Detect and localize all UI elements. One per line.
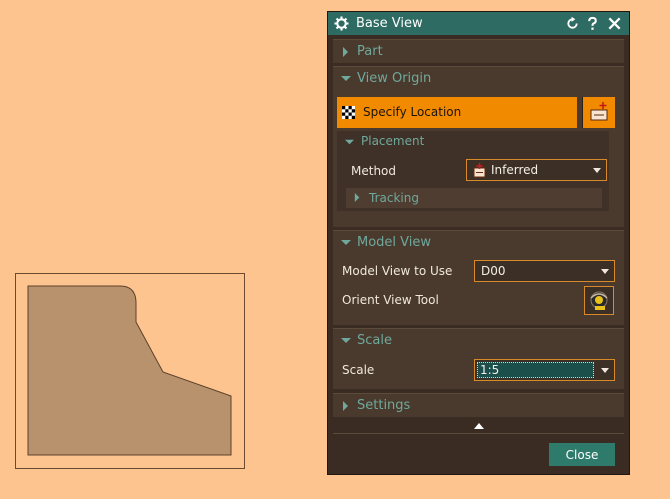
section-scale-label: Scale xyxy=(357,333,392,348)
model-view-label: Model View to Use xyxy=(342,264,453,278)
chevron-down-icon xyxy=(341,240,351,245)
method-label: Method xyxy=(351,164,397,178)
section-scale-header[interactable]: Scale xyxy=(333,329,624,351)
scale-select[interactable]: 1:5 xyxy=(474,359,615,381)
chevron-down-icon xyxy=(601,269,609,274)
placement-label: Placement xyxy=(361,134,425,148)
chevron-down-icon xyxy=(593,168,601,173)
dialog-titlebar[interactable]: Base View xyxy=(328,12,629,35)
help-icon[interactable] xyxy=(585,16,600,31)
base-view-dialog: Base View Part View Origin Specify Locat… xyxy=(327,11,630,475)
chevron-right-icon xyxy=(343,401,348,411)
dialog-title: Base View xyxy=(356,16,423,31)
section-part: Part xyxy=(333,39,624,63)
section-settings-header[interactable]: Settings xyxy=(333,394,624,416)
reset-icon[interactable] xyxy=(565,16,580,31)
scale-label: Scale xyxy=(342,363,375,377)
chevron-down-icon xyxy=(345,139,354,145)
tracking-group[interactable]: Tracking xyxy=(346,188,602,208)
specify-location-row[interactable]: Specify Location xyxy=(337,97,577,128)
section-settings: Settings xyxy=(333,393,624,417)
section-part-header[interactable]: Part xyxy=(333,40,624,62)
section-model-view-label: Model View xyxy=(357,235,432,250)
scale-value: 1:5 xyxy=(480,363,500,377)
section-settings-label: Settings xyxy=(357,398,411,413)
section-view-origin-header[interactable]: View Origin xyxy=(333,67,624,89)
method-value: Inferred xyxy=(491,163,539,177)
part-profile[interactable] xyxy=(27,285,232,456)
model-view-value: D00 xyxy=(481,264,506,278)
point-dialog-icon xyxy=(590,102,608,121)
checker-icon xyxy=(342,106,355,119)
chevron-right-icon xyxy=(343,47,348,57)
point-dialog-button[interactable] xyxy=(582,97,615,128)
method-select[interactable]: Inferred xyxy=(466,159,607,181)
model-view-select[interactable]: D00 xyxy=(474,260,615,282)
orient-view-icon xyxy=(590,291,608,310)
inferred-point-icon xyxy=(473,163,486,178)
placement-header[interactable]: Placement xyxy=(337,131,609,153)
specify-location-label: Specify Location xyxy=(363,105,462,119)
chevron-right-icon xyxy=(354,193,360,202)
gear-icon xyxy=(334,16,349,31)
chevron-down-icon xyxy=(341,76,351,81)
tracking-label: Tracking xyxy=(369,191,419,205)
section-view-origin-label: View Origin xyxy=(357,71,432,86)
close-button[interactable]: Close xyxy=(549,443,615,466)
orient-view-tool-button[interactable] xyxy=(584,286,614,315)
section-model-view-header[interactable]: Model View xyxy=(333,231,624,253)
footer-divider xyxy=(333,433,624,434)
orient-view-tool-label: Orient View Tool xyxy=(342,293,439,307)
section-part-label: Part xyxy=(357,44,383,59)
chevron-down-icon xyxy=(601,368,609,373)
chevron-up-icon[interactable] xyxy=(473,422,485,430)
chevron-down-icon xyxy=(341,338,351,343)
close-icon[interactable] xyxy=(607,16,622,31)
